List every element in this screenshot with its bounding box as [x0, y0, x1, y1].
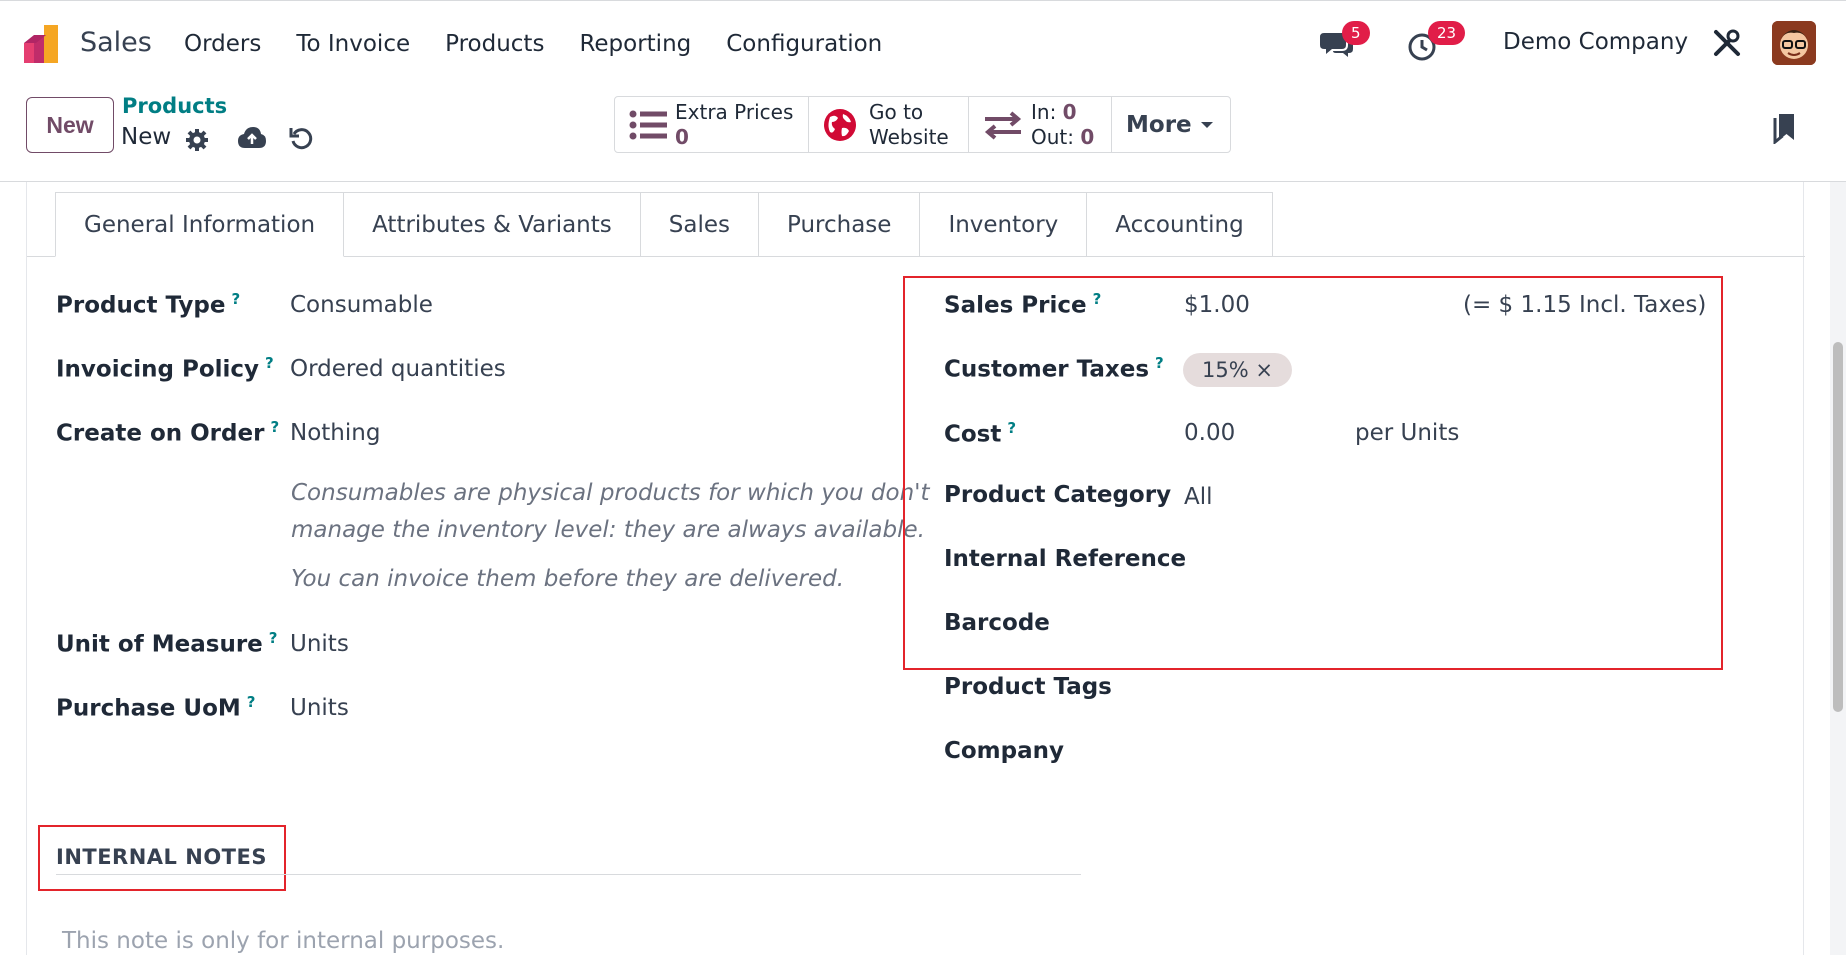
create-on-order-label: Create on Order? [56, 418, 280, 447]
tab-general-information[interactable]: General Information [55, 192, 345, 257]
unit-of-measure-field[interactable]: Units [290, 631, 349, 657]
help-icon[interactable]: ? [232, 290, 241, 308]
menu-reporting[interactable]: Reporting [579, 31, 691, 57]
notes-divider [56, 874, 1081, 875]
internal-reference-field[interactable] [1184, 542, 1664, 576]
help-icon[interactable]: ? [1093, 290, 1102, 308]
barcode-label: Barcode [944, 610, 1050, 636]
internal-notes-title: INTERNAL NOTES [56, 845, 267, 869]
product-type-help: Consumables are physical products for wh… [291, 480, 930, 592]
exchange-arrows-icon [984, 110, 1022, 140]
invoicing-policy-label: Invoicing Policy? [56, 354, 274, 383]
sales-price-field[interactable]: $1.00 [1184, 292, 1250, 318]
customer-taxes-label: Customer Taxes? [944, 354, 1164, 383]
invoicing-policy-field[interactable]: Ordered quantities [290, 356, 506, 382]
help-icon[interactable]: ? [265, 354, 274, 372]
tab-inventory[interactable]: Inventory [920, 192, 1088, 257]
purchase-uom-field[interactable]: Units [290, 695, 349, 721]
notebook-tabs: General Information Attributes & Variant… [55, 192, 1273, 257]
cost-unit: per Units [1355, 420, 1460, 446]
tools-icon[interactable] [1713, 29, 1741, 57]
main-menu: Orders To Invoice Products Reporting Con… [184, 31, 917, 57]
list-icon [629, 110, 667, 139]
help-icon[interactable]: ? [1007, 419, 1016, 437]
go-to-website-button[interactable]: Go to Website [809, 97, 969, 152]
sales-price-incl-taxes: (= $ 1.15 Incl. Taxes) [1463, 292, 1707, 318]
in-label: In: [1031, 99, 1057, 124]
extra-prices-count: 0 [675, 124, 689, 149]
messages-badge: 5 [1342, 21, 1370, 45]
product-type-field[interactable]: Consumable [290, 292, 433, 318]
control-panel: New Products New Extra Prices 0 Go to We… [0, 86, 1846, 182]
gear-icon[interactable] [185, 128, 209, 152]
scrollbar-thumb[interactable] [1833, 342, 1843, 712]
product-tags-label: Product Tags [944, 674, 1112, 700]
tab-attributes-variants[interactable]: Attributes & Variants [344, 192, 641, 257]
cost-label: Cost? [944, 419, 1017, 448]
avatar-image-icon [1772, 21, 1816, 65]
more-label: More [1126, 111, 1192, 138]
tab-sales[interactable]: Sales [640, 192, 759, 257]
menu-orders[interactable]: Orders [184, 31, 261, 57]
product-category-label: Product Category [944, 482, 1172, 508]
caret-down-icon [1200, 121, 1213, 128]
bookmark-icon[interactable] [1772, 112, 1798, 144]
out-label: Out: [1031, 124, 1074, 149]
sales-price-label: Sales Price? [944, 290, 1102, 319]
more-button[interactable]: More [1112, 97, 1230, 152]
internal-reference-label: Internal Reference [944, 546, 1187, 572]
help-icon[interactable]: ? [247, 693, 256, 711]
messages-button[interactable]: 5 [1320, 21, 1370, 65]
cost-field[interactable]: 0.00 [1184, 420, 1235, 446]
top-navbar: Sales Orders To Invoice Products Reporti… [0, 0, 1846, 86]
discard-undo-icon[interactable] [289, 126, 313, 150]
website-label-1: Go to [869, 99, 924, 124]
new-button[interactable]: New [26, 97, 114, 153]
form-sheet: General Information Attributes & Variant… [26, 182, 1805, 955]
tab-accounting[interactable]: Accounting [1087, 192, 1273, 257]
product-category-field[interactable]: All [1184, 484, 1213, 510]
help-icon[interactable]: ? [270, 418, 279, 436]
activities-badge: 23 [1428, 21, 1466, 45]
extra-prices-label: Extra Prices [675, 99, 794, 124]
company-switcher[interactable]: Demo Company [1503, 29, 1688, 55]
help-icon[interactable]: ? [269, 629, 278, 647]
app-name[interactable]: Sales [80, 27, 152, 58]
user-avatar[interactable] [1772, 21, 1816, 65]
create-on-order-field[interactable]: Nothing [290, 420, 380, 446]
cloud-upload-icon[interactable] [237, 126, 267, 150]
unit-of-measure-label: Unit of Measure? [56, 629, 278, 658]
product-type-label: Product Type? [56, 290, 241, 319]
purchase-uom-label: Purchase UoM? [56, 693, 256, 722]
menu-products[interactable]: Products [445, 31, 544, 57]
breadcrumb-current: New [121, 124, 172, 150]
tax-tag-15[interactable]: 15% × [1183, 353, 1292, 387]
sales-app-icon[interactable] [24, 25, 64, 63]
company-label: Company [944, 738, 1064, 764]
breadcrumb-products[interactable]: Products [122, 94, 227, 118]
menu-configuration[interactable]: Configuration [726, 31, 882, 57]
website-label-2: Website [869, 124, 949, 149]
activities-button[interactable]: 23 [1408, 21, 1466, 67]
tab-purchase[interactable]: Purchase [758, 192, 921, 257]
barcode-field[interactable] [1184, 606, 1664, 640]
page-scrollbar[interactable] [1830, 182, 1846, 955]
out-count: 0 [1080, 124, 1095, 149]
smart-buttons: Extra Prices 0 Go to Website In: 0 Out: … [614, 96, 1231, 153]
menu-to-invoice[interactable]: To Invoice [296, 31, 410, 57]
in-out-button[interactable]: In: 0 Out: 0 [969, 97, 1112, 152]
help-icon[interactable]: ? [1155, 354, 1164, 372]
in-count: 0 [1062, 99, 1077, 124]
internal-notes-input[interactable]: This note is only for internal purposes. [62, 928, 504, 954]
extra-prices-button[interactable]: Extra Prices 0 [615, 97, 809, 152]
globe-icon [824, 108, 856, 141]
